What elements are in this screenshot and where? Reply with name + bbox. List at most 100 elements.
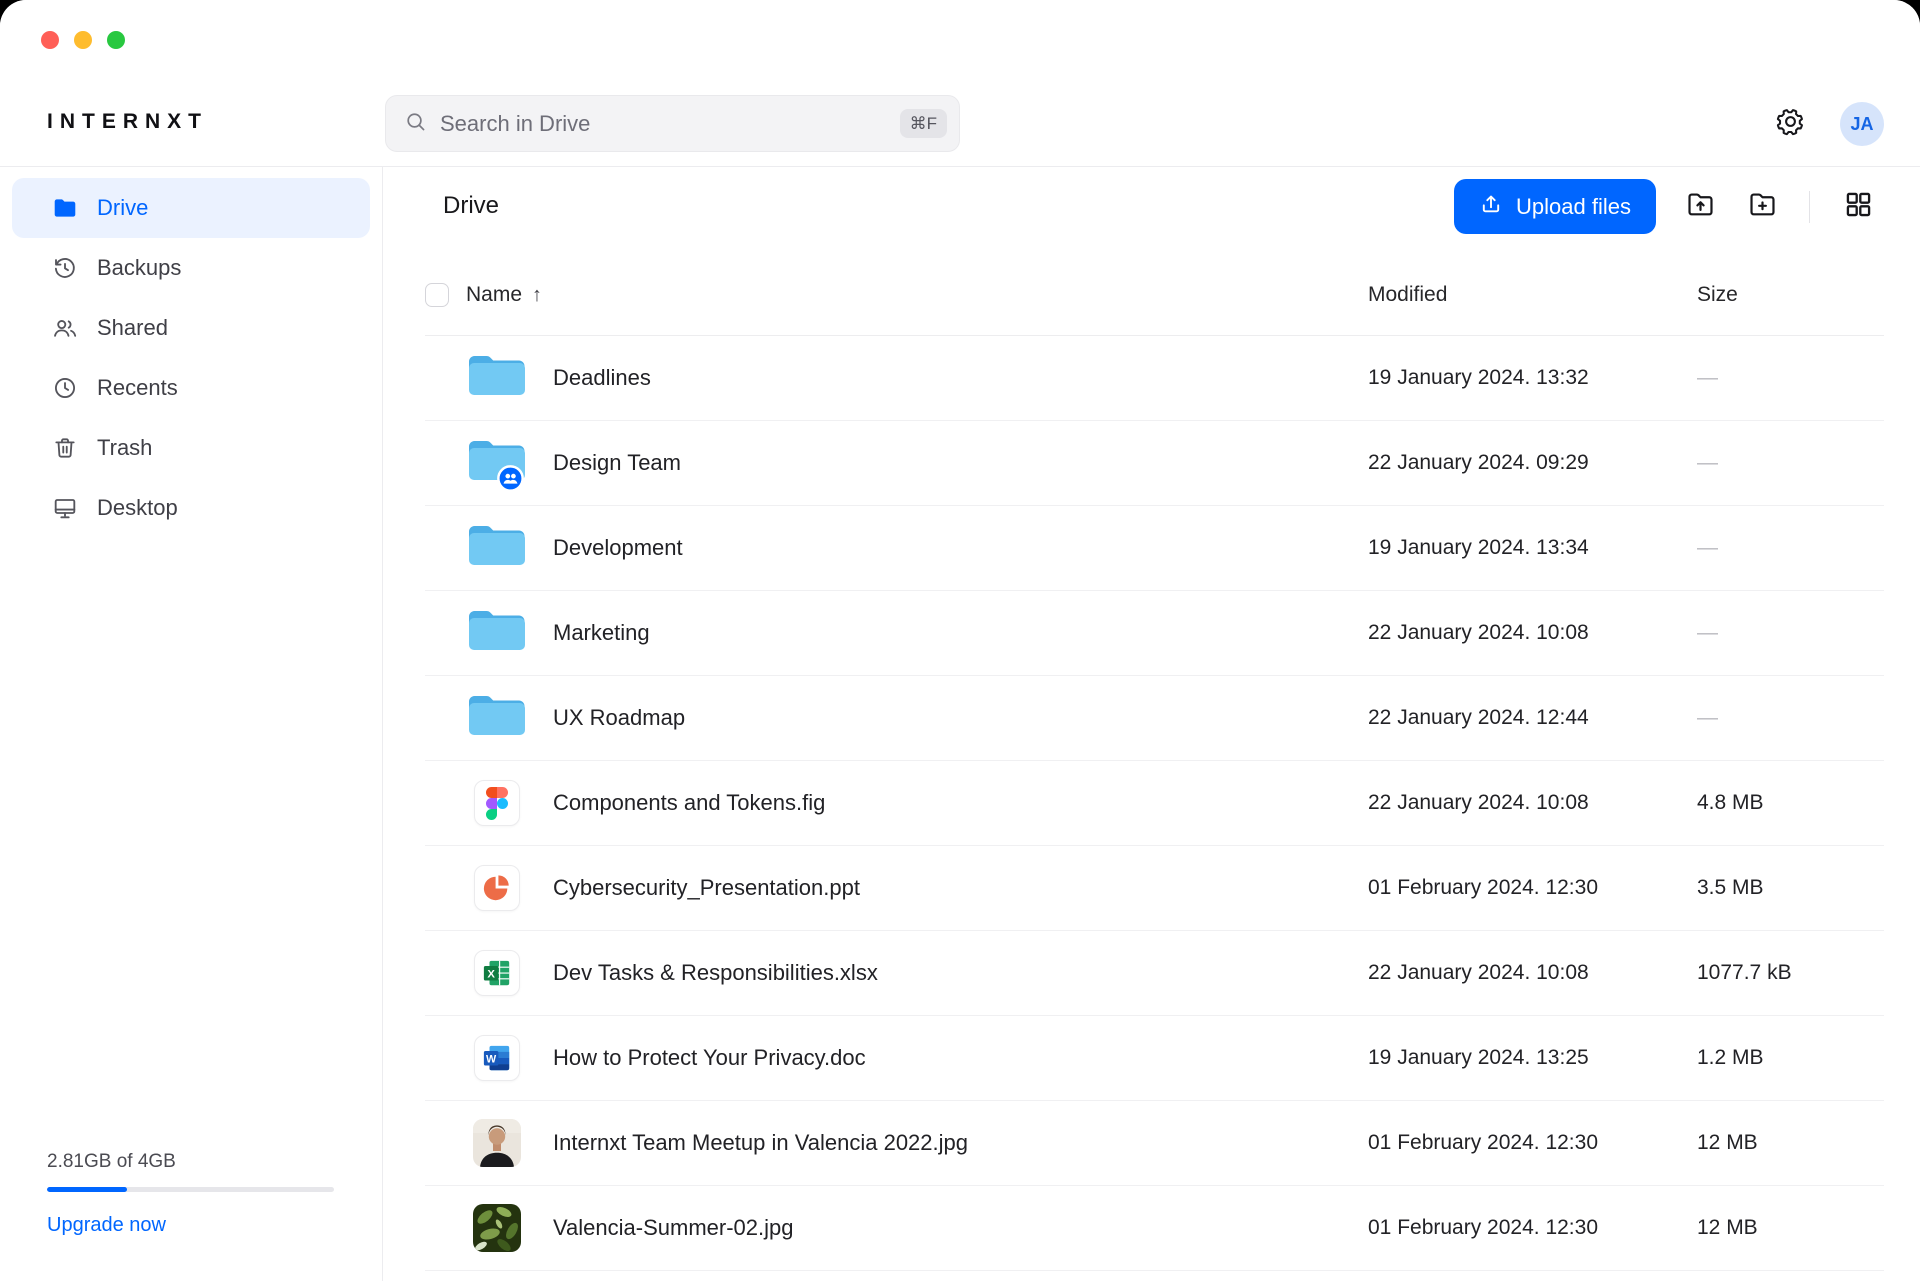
item-icon bbox=[473, 1204, 521, 1252]
item-size: 1077.7 kB bbox=[1697, 961, 1884, 985]
table-row[interactable]: UX Roadmap22 January 2024. 12:44— bbox=[425, 676, 1884, 761]
sidebar-item-backups[interactable]: Backups bbox=[12, 238, 370, 298]
item-name: Internxt Team Meetup in Valencia 2022.jp… bbox=[553, 1130, 1368, 1156]
column-header-size[interactable]: Size bbox=[1697, 283, 1884, 307]
gear-icon bbox=[1775, 106, 1806, 142]
item-modified: 19 January 2024. 13:34 bbox=[1368, 536, 1697, 560]
item-icon: W bbox=[473, 1034, 521, 1082]
folder-icon bbox=[52, 195, 78, 221]
app-window: INTERNXT Search in Drive ⌘F JA Drive Back… bbox=[0, 0, 1920, 1281]
settings-button[interactable] bbox=[1773, 107, 1807, 141]
avatar[interactable]: JA bbox=[1840, 102, 1884, 146]
table-row[interactable]: W How to Protect Your Privacy.doc19 Janua… bbox=[425, 1016, 1884, 1101]
window-controls bbox=[41, 31, 125, 49]
svg-text:W: W bbox=[486, 1054, 497, 1066]
folder-plus-icon bbox=[1747, 189, 1778, 225]
item-icon bbox=[473, 694, 521, 742]
minimize-window-button[interactable] bbox=[74, 31, 92, 49]
storage-section: 2.81GB of 4GB Upgrade now bbox=[47, 1151, 334, 1237]
item-name: Marketing bbox=[553, 620, 1368, 646]
table-row[interactable]: Development19 January 2024. 13:34— bbox=[425, 506, 1884, 591]
search-shortcut-badge: ⌘F bbox=[900, 109, 947, 138]
item-modified: 22 January 2024. 10:08 bbox=[1368, 961, 1697, 985]
figma-file-icon bbox=[474, 780, 520, 826]
excel-file-icon: X bbox=[474, 950, 520, 996]
item-name: Design Team bbox=[553, 450, 1368, 476]
grid-view-icon bbox=[1843, 189, 1874, 225]
table-row[interactable]: Internxt Team Meetup in Valencia 2022.jp… bbox=[425, 1101, 1884, 1186]
item-size: — bbox=[1697, 536, 1884, 560]
svg-text:X: X bbox=[487, 969, 495, 981]
folder-icon bbox=[467, 522, 527, 574]
storage-progress-bar bbox=[47, 1187, 334, 1192]
shared-badge-icon bbox=[497, 465, 524, 492]
sidebar-item-label: Recents bbox=[97, 375, 178, 401]
clock-icon bbox=[52, 375, 78, 401]
photo-thumbnail-portrait bbox=[473, 1119, 521, 1167]
item-name: How to Protect Your Privacy.doc bbox=[553, 1045, 1368, 1071]
sidebar-item-label: Trash bbox=[97, 435, 152, 461]
item-name: Development bbox=[553, 535, 1368, 561]
item-modified: 01 February 2024. 12:30 bbox=[1368, 1131, 1697, 1155]
upload-folder-button[interactable] bbox=[1683, 190, 1717, 224]
item-size: 3.5 MB bbox=[1697, 876, 1884, 900]
avatar-initials: JA bbox=[1850, 114, 1873, 135]
storage-usage-text: 2.81GB of 4GB bbox=[47, 1151, 334, 1173]
item-name: UX Roadmap bbox=[553, 705, 1368, 731]
upload-files-button[interactable]: Upload files bbox=[1454, 179, 1656, 234]
toolbar-divider bbox=[1809, 191, 1810, 223]
word-file-icon: W bbox=[474, 1035, 520, 1081]
upgrade-now-link[interactable]: Upgrade now bbox=[47, 1214, 334, 1237]
sidebar-item-label: Backups bbox=[97, 255, 181, 281]
table-row[interactable]: Deadlines19 January 2024. 13:32— bbox=[425, 336, 1884, 421]
item-name: Cybersecurity_Presentation.ppt bbox=[553, 875, 1368, 901]
internxt-logo: INTERNXT bbox=[47, 110, 208, 134]
column-header-modified[interactable]: Modified bbox=[1368, 283, 1697, 307]
sidebar-item-trash[interactable]: Trash bbox=[12, 418, 370, 478]
toolbar: Upload files bbox=[1454, 179, 1875, 234]
item-modified: 22 January 2024. 10:08 bbox=[1368, 621, 1697, 645]
item-size: 12 MB bbox=[1697, 1131, 1884, 1155]
trash-icon bbox=[52, 435, 78, 461]
item-icon bbox=[473, 354, 521, 402]
sidebar-item-drive[interactable]: Drive bbox=[12, 178, 370, 238]
new-folder-button[interactable] bbox=[1745, 190, 1779, 224]
item-icon bbox=[473, 864, 521, 912]
table-row[interactable]: Marketing22 January 2024. 10:08— bbox=[425, 591, 1884, 676]
item-name: Dev Tasks & Responsibilities.xlsx bbox=[553, 960, 1368, 986]
item-modified: 22 January 2024. 10:08 bbox=[1368, 791, 1697, 815]
table-row[interactable]: Valencia-Summer-02.jpg01 February 2024. … bbox=[425, 1186, 1884, 1271]
photo-thumbnail-leaves bbox=[473, 1204, 521, 1252]
sidebar-item-desktop[interactable]: Desktop bbox=[12, 478, 370, 538]
item-modified: 01 February 2024. 12:30 bbox=[1368, 876, 1697, 900]
close-window-button[interactable] bbox=[41, 31, 59, 49]
item-name: Deadlines bbox=[553, 365, 1368, 391]
item-size: — bbox=[1697, 706, 1884, 730]
sidebar: Drive Backups Shared Recents Trash Desktop 2.… bbox=[0, 167, 383, 1281]
grid-view-button[interactable] bbox=[1841, 190, 1875, 224]
zoom-window-button[interactable] bbox=[107, 31, 125, 49]
table-row[interactable]: Components and Tokens.fig22 January 2024… bbox=[425, 761, 1884, 846]
item-size: — bbox=[1697, 451, 1884, 475]
sidebar-item-recents[interactable]: Recents bbox=[12, 358, 370, 418]
page-title: Drive bbox=[443, 192, 499, 220]
item-size: — bbox=[1697, 621, 1884, 645]
search-input[interactable]: Search in Drive ⌘F bbox=[385, 95, 960, 152]
item-icon bbox=[473, 1119, 521, 1167]
search-placeholder: Search in Drive bbox=[440, 111, 887, 137]
folder-upload-icon bbox=[1685, 189, 1716, 225]
table-row[interactable]: Design Team22 January 2024. 09:29— bbox=[425, 421, 1884, 506]
item-modified: 19 January 2024. 13:25 bbox=[1368, 1046, 1697, 1070]
item-icon bbox=[473, 779, 521, 827]
table-row[interactable]: X Dev Tasks & Responsibilities.xlsx22 Jan… bbox=[425, 931, 1884, 1016]
sidebar-item-shared[interactable]: Shared bbox=[12, 298, 370, 358]
table-header: Name ↑ Modified Size bbox=[425, 255, 1884, 336]
upload-files-label: Upload files bbox=[1516, 194, 1631, 220]
column-header-name[interactable]: Name ↑ bbox=[466, 283, 1368, 307]
select-all-checkbox[interactable] bbox=[425, 283, 449, 307]
history-icon bbox=[52, 255, 78, 281]
powerpoint-file-icon bbox=[474, 865, 520, 911]
item-icon bbox=[473, 439, 521, 487]
table-row[interactable]: Cybersecurity_Presentation.ppt01 Februar… bbox=[425, 846, 1884, 931]
item-size: 4.8 MB bbox=[1697, 791, 1884, 815]
